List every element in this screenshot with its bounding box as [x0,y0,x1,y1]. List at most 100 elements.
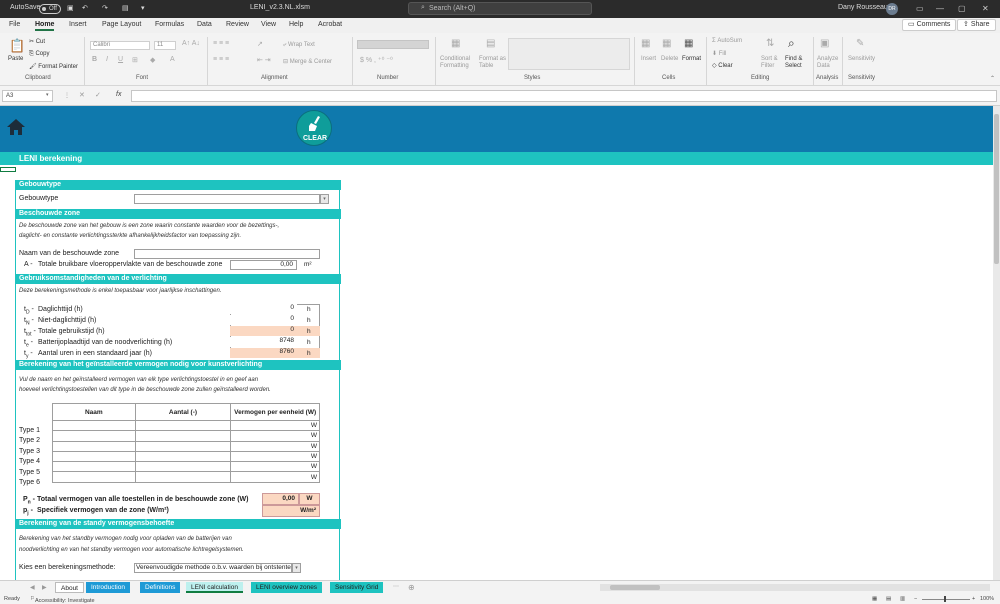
insert-cells-label[interactable]: Insert [641,56,656,62]
collapse-ribbon-icon[interactable]: ⌃ [990,75,995,82]
sheet-tab-about[interactable]: About [55,582,84,593]
tab-file[interactable]: File [9,21,20,28]
close-icon[interactable]: ✕ [982,4,989,13]
sensitivity-icon[interactable]: ✎ [856,38,864,49]
tab-acrobat[interactable]: Acrobat [318,21,342,28]
method-dropdown-icon[interactable]: ▾ [292,563,301,573]
sensitivity-label[interactable]: Sensitivity [848,56,875,62]
tab-view[interactable]: View [261,21,276,28]
clear-button[interactable]: CLEAR [296,110,332,146]
name-cell[interactable] [52,440,136,452]
zoom-in-icon[interactable]: + [972,596,975,602]
search-input[interactable]: Search (Alt+Q) [408,2,592,15]
font-size-grow-icon[interactable]: A↑ A↓ [182,40,200,47]
formula-input[interactable] [131,90,997,102]
sheet-tab-definitions[interactable]: Definitions [140,582,181,593]
conditional-formatting-icon[interactable]: ▦ [451,38,460,49]
fill-color-icon[interactable]: ◆ [150,56,155,64]
selected-cell[interactable] [0,167,16,172]
gebouwtype-select[interactable] [134,194,320,204]
name-cell[interactable] [52,419,136,432]
paste-icon[interactable]: 📋 [9,38,25,54]
count-cell[interactable] [134,419,232,432]
insert-cells-icon[interactable]: ▦ [641,38,650,49]
analyze-data-icon[interactable]: ▣ [820,38,829,49]
copy-button[interactable]: ⎘ Copy [29,51,49,58]
power-cell[interactable]: W [230,450,320,463]
customize-toolbar-icon[interactable]: ▾ [141,4,145,12]
area-value[interactable]: 0,00 [230,260,297,270]
tab-data[interactable]: Data [197,21,212,28]
page-layout-view-icon[interactable]: ▤ [886,596,891,602]
share-button[interactable]: ⇪ Share [957,19,996,31]
name-cell[interactable] [52,461,136,473]
indent-icon[interactable]: ⇤ ⇥ [257,56,271,64]
find-select-label[interactable]: Find & Select [785,56,807,70]
name-box-dropdown-icon[interactable]: ▾ [46,92,49,98]
power-cell[interactable]: W [230,440,320,452]
accessibility-status[interactable]: ⚐ Accessibility: Investigate [30,596,95,604]
delete-cells-icon[interactable]: ▦ [662,38,671,49]
format-as-table-icon[interactable]: ▤ [486,38,495,49]
redo-icon[interactable]: ↷ [102,4,108,12]
tab-home[interactable]: Home [35,21,55,31]
tab-insert[interactable]: Insert [69,21,87,28]
italic-icon[interactable]: I [106,56,108,63]
next-sheet-icon[interactable]: ▶ [42,584,47,591]
vertical-scrollbar[interactable] [993,106,1000,580]
sheet-tab-leni-overview-zones[interactable]: LENI overview zones [251,582,323,593]
tab-help[interactable]: Help [289,21,303,28]
count-cell[interactable] [134,440,232,452]
normal-view-icon[interactable]: ▦ [872,596,877,602]
count-cell[interactable] [134,430,232,442]
prev-sheet-icon[interactable]: ◀ [30,584,35,591]
scroll-thumb[interactable] [994,114,999,264]
avatar[interactable]: DR [886,3,898,15]
tab-review[interactable]: Review [226,21,249,28]
sort-filter-label[interactable]: Sort & Filter [761,56,783,70]
font-name-select[interactable]: Calibri [90,41,150,50]
power-cell[interactable]: W [230,419,320,432]
undo-icon[interactable]: ↶ [82,4,88,12]
cut-button[interactable]: ✂ Cut [29,38,45,45]
page-break-view-icon[interactable]: ▥ [900,596,905,602]
usage-value[interactable]: 0 [230,304,297,314]
zone-name-input[interactable] [134,249,320,259]
analyze-data-label[interactable]: Analyze Data [817,56,839,70]
sheet-tab-leni-calculation[interactable]: LENI calculation [186,582,243,593]
zoom-level[interactable]: 100% [980,596,994,602]
format-as-table-label[interactable]: Format as Table [479,56,507,70]
more-sheets-icon[interactable]: ⋯ [393,583,399,590]
find-select-icon[interactable]: ⌕ [788,36,795,51]
cancel-icon[interactable]: ✕ [79,91,85,99]
minimize-icon[interactable]: — [936,4,944,13]
align-left-icon[interactable]: ≡ ≡ ≡ [213,56,229,63]
new-sheet-icon[interactable]: ⊕ [408,583,415,592]
scroll-thumb[interactable] [610,585,660,590]
cell-styles-gallery[interactable] [508,38,630,70]
underline-icon[interactable]: U [118,56,123,63]
worksheet[interactable]: CLEAR LENI berekening Gebouwtype Gebouwt… [0,106,993,580]
comments-button[interactable]: ▭ Comments [902,19,957,31]
format-painter-button[interactable]: 🖌 Format Painter [29,63,78,70]
ribbon-display-icon[interactable]: ▭ [916,4,924,13]
zoom-slider[interactable] [922,599,970,600]
count-cell[interactable] [134,471,232,483]
tab-formulas[interactable]: Formulas [155,21,184,28]
orientation-icon[interactable]: ↗ [257,40,263,48]
save-icon[interactable]: ▣ [67,4,74,12]
sheet-tab-introduction[interactable]: Introduction [86,582,130,593]
method-select[interactable]: Vereenvoudigde methode o.b.v. waarden bi… [134,563,292,573]
tab-page-layout[interactable]: Page Layout [102,21,141,28]
power-cell[interactable]: W [230,471,320,483]
home-icon[interactable] [6,117,26,137]
name-cell[interactable] [52,450,136,463]
merge-center-button[interactable]: ⊟ Merge & Center [283,58,332,65]
font-color-icon[interactable]: A [170,56,175,63]
font-size-select[interactable]: 11 [154,41,176,50]
maximize-icon[interactable]: ▢ [958,4,966,13]
sheet-tab-sensitivity-grid[interactable]: Sensitivity Grid [330,582,384,593]
align-top-icon[interactable]: ≡ ≡ ≡ [213,40,229,47]
usage-value[interactable]: 8748 [230,337,297,347]
autosave-toggle[interactable]: Off [39,4,61,14]
